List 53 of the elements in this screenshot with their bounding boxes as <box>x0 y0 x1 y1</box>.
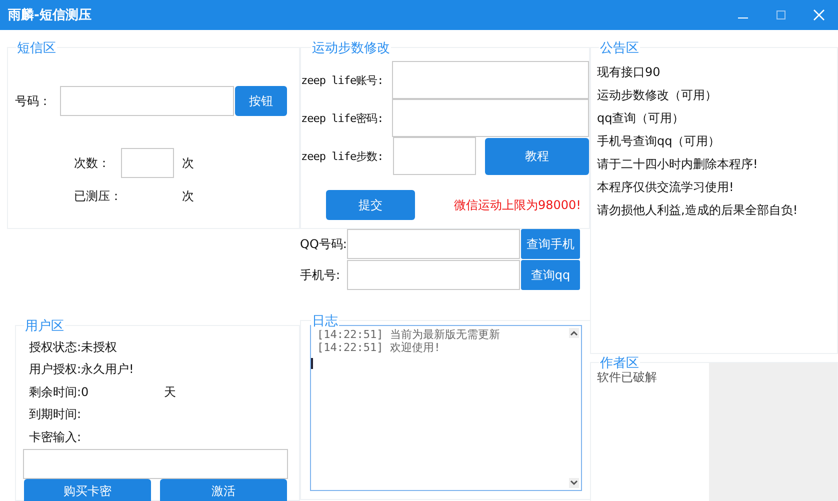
field-label: 手机号: <box>300 266 342 284</box>
close-icon[interactable] <box>813 9 825 21</box>
query-button[interactable]: 查询手机 <box>521 229 580 259</box>
submit-button[interactable]: 提交 <box>326 190 415 220</box>
notice-text: 请勿损他人利益,造成的后果全部自负! <box>596 202 799 219</box>
send-button[interactable]: 按钮 <box>235 86 287 116</box>
unit-label: 次 <box>182 154 194 172</box>
info-text: 剩余时间:0 <box>29 384 90 401</box>
field-label: 已测压： <box>74 188 123 205</box>
group-title: 公告区 <box>599 39 640 57</box>
field-label: zeep life账号: <box>301 72 384 88</box>
query-input[interactable] <box>347 260 520 290</box>
field-label: zeep life密码: <box>301 110 384 126</box>
text-input[interactable] <box>392 61 589 99</box>
notice-text: 现有接口90 <box>596 64 662 81</box>
text-input[interactable] <box>392 99 589 137</box>
count-input[interactable] <box>121 148 174 178</box>
card-key-input[interactable] <box>23 448 288 478</box>
log-line: [14:22:51] 欢迎使用! <box>317 341 442 354</box>
notice-text: 本程序仅供交流学习使用! <box>596 179 735 196</box>
notice-text: qq查询（可用） <box>596 110 686 127</box>
buy-card-button[interactable]: 购买卡密 <box>24 478 151 501</box>
group-title: 用户区 <box>24 317 65 335</box>
notice-text: 请于二十四小时内删除本程序! <box>596 156 759 173</box>
group-title: 作者区 <box>599 354 640 372</box>
info-text: 用户授权:永久用户! <box>29 361 135 378</box>
unit-label: 次 <box>182 188 194 205</box>
group-title: 短信区 <box>16 39 57 57</box>
info-text: 授权状态:未授权 <box>29 338 118 356</box>
info-text: 卡密输入: <box>29 428 82 446</box>
notice-text: 运动步数修改（可用） <box>596 87 718 104</box>
maximize-icon[interactable] <box>775 9 787 21</box>
activate-button[interactable]: 激活 <box>160 478 287 501</box>
log-line: [14:22:51] 当前为最新版无需更新 <box>317 328 501 341</box>
group-title: 日志 <box>311 312 339 330</box>
tutorial-button[interactable]: 教程 <box>485 138 589 174</box>
query-button[interactable]: 查询qq <box>521 260 580 290</box>
notice-text: 手机号查询qq（可用） <box>596 133 722 150</box>
scroll-up-icon[interactable] <box>569 328 579 338</box>
query-input[interactable] <box>347 229 520 259</box>
info-text: 到期时间: <box>29 406 82 424</box>
field-label: 次数： <box>74 154 111 172</box>
field-label: 号码： <box>15 92 52 110</box>
phone-input[interactable] <box>60 86 234 116</box>
author-text: 软件已破解 <box>597 370 657 384</box>
unit-label: 天 <box>164 384 176 401</box>
window-title: 雨麟-短信测压 <box>8 6 92 24</box>
limit-note: 微信运动上限为98000! <box>454 196 581 214</box>
scroll-down-icon[interactable] <box>569 478 579 488</box>
field-label: QQ号码: <box>300 236 347 252</box>
field-label: zeep life步数: <box>301 148 384 164</box>
text-input[interactable] <box>393 137 476 175</box>
group-title: 运动步数修改 <box>311 39 391 57</box>
